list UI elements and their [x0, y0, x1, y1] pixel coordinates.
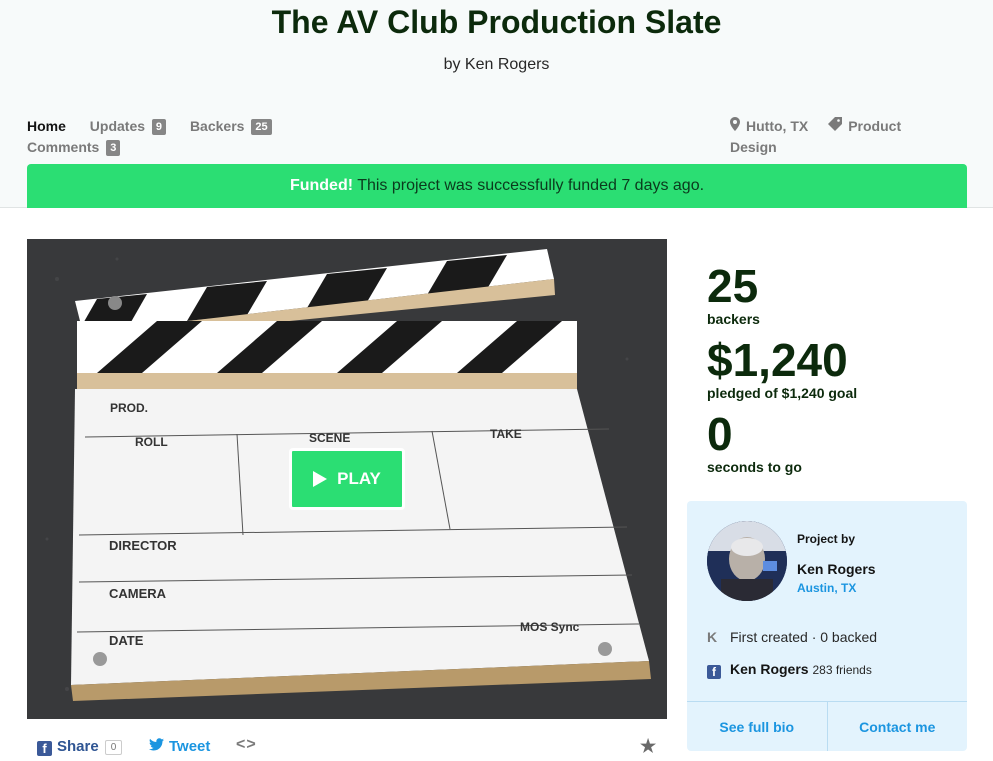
creator-history: K First created · 0 backed	[707, 629, 877, 645]
time-label: seconds to go	[707, 459, 802, 475]
project-header: The AV Club Production Slate by Ken Roge…	[0, 0, 993, 208]
creator-location[interactable]: Austin, TX	[797, 581, 856, 595]
share-label: Share	[57, 738, 99, 755]
map-pin-icon	[730, 116, 740, 137]
creator-actions: See full bio Contact me	[687, 701, 967, 751]
creator-card: Project by Ken Rogers Austin, TX K First …	[687, 501, 967, 751]
project-title: The AV Club Production Slate	[271, 4, 722, 40]
embed-button[interactable]: <>	[236, 736, 257, 754]
funded-strong: Funded!	[289, 177, 354, 194]
pledged-label: pledged of $1,240 goal	[707, 385, 858, 401]
avatar[interactable]	[707, 521, 787, 601]
location-label: Hutto, TX	[746, 118, 809, 134]
contact-me-button[interactable]: Contact me	[826, 702, 968, 751]
tab-comments-label: Comments	[27, 139, 100, 155]
creator-facebook: f Ken Rogers 283 friends	[707, 661, 872, 679]
project-stats: 25 backers $1,240 pledged of $1,240 goal…	[707, 262, 967, 484]
creator-name[interactable]: Ken Rogers	[797, 561, 876, 577]
location-link[interactable]: Hutto, TX	[730, 116, 809, 137]
play-icon	[313, 471, 328, 487]
slate-roll-label: ROLL	[135, 435, 168, 449]
twitter-icon	[149, 738, 164, 755]
backers-label: backers	[707, 311, 760, 327]
project-by-label: Project by	[797, 532, 856, 546]
tab-comments[interactable]: Comments 3	[27, 137, 121, 158]
tweet-button[interactable]: Tweet	[149, 738, 210, 755]
tag-icon	[828, 116, 843, 137]
facebook-share-button[interactable]: f Share 0	[37, 738, 123, 756]
play-label: PLAY	[337, 469, 381, 488]
share-count: 0	[104, 740, 123, 755]
tab-home-label: Home	[27, 118, 66, 134]
project-meta: Hutto, TX Product Design	[730, 116, 930, 158]
pledged-amount: $1,240	[707, 334, 848, 386]
backers-count: 25	[707, 260, 759, 312]
slate-director-label: DIRECTOR	[109, 538, 177, 553]
time-remaining: 0	[707, 408, 733, 460]
updates-count-badge: 9	[151, 119, 167, 135]
tab-backers[interactable]: Backers 25	[190, 116, 272, 137]
slate-scene-label: SCENE	[309, 431, 351, 445]
creator-history-text: First created · 0 backed	[730, 629, 878, 645]
facebook-icon: f	[37, 741, 52, 756]
slate-date-label: DATE	[109, 633, 144, 648]
facebook-friends: 283 friends	[812, 663, 872, 677]
play-button[interactable]: PLAY	[289, 448, 405, 510]
kickstarter-icon: K	[707, 629, 718, 645]
tab-backers-label: Backers	[189, 118, 245, 134]
comments-count-badge: 3	[106, 140, 121, 156]
tab-updates[interactable]: Updates 9	[89, 116, 167, 137]
project-byline: by Ken Rogers	[443, 56, 550, 73]
backers-count-badge: 25	[251, 119, 272, 135]
star-icon[interactable]: ★	[640, 736, 656, 757]
funded-text: This project was successfully funded 7 d…	[357, 177, 705, 194]
tab-home[interactable]: Home	[27, 116, 66, 137]
slate-camera-label: CAMERA	[109, 586, 167, 601]
facebook-icon: f	[707, 665, 721, 679]
share-bar: f Share 0 Tweet <> ★	[37, 736, 667, 760]
see-full-bio-button[interactable]: See full bio	[687, 702, 827, 751]
tweet-label: Tweet	[169, 738, 211, 755]
slate-mos-label: MOS Sync	[520, 620, 580, 634]
funded-banner: Funded! This project was successfully fu…	[27, 164, 967, 208]
embed-icon: <>	[236, 736, 257, 753]
facebook-name: Ken Rogers	[730, 661, 809, 677]
tab-updates-label: Updates	[89, 118, 146, 134]
project-nav: Home Updates 9 Backers 25 Comments 3	[27, 116, 327, 158]
slate-take-label: TAKE	[490, 427, 522, 441]
slate-prod-label: PROD.	[110, 401, 149, 415]
